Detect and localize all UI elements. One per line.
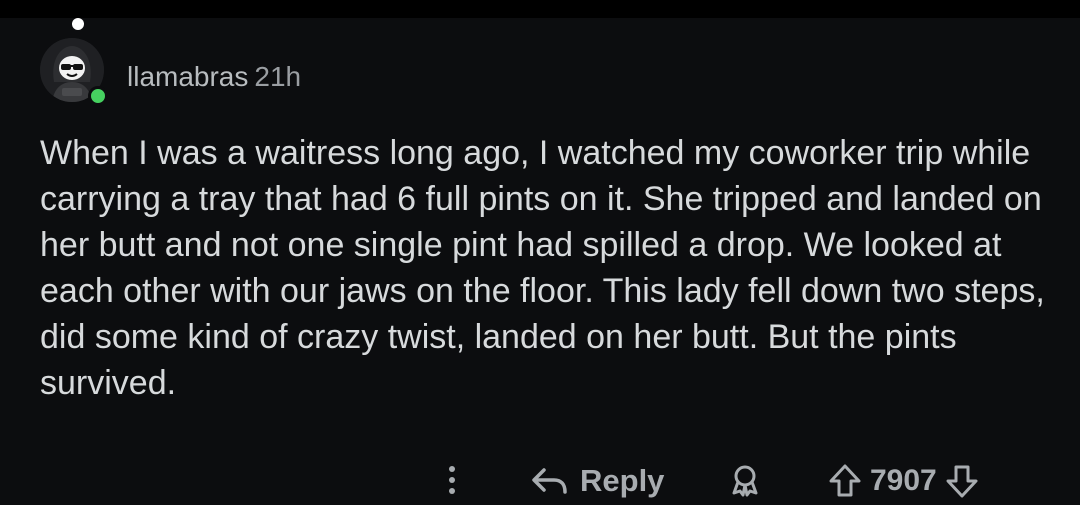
vote-score: 7907 [870, 464, 937, 497]
online-status-indicator [88, 86, 108, 106]
comment-body: When I was a waitress long ago, I watche… [40, 134, 1045, 402]
arrow-down-icon[interactable] [945, 463, 979, 499]
comment-header: llamabras 21h [127, 61, 301, 93]
reply-label: Reply [580, 463, 665, 498]
comment-actions: Reply 7907 [0, 455, 1080, 505]
reply-button[interactable]: Reply [530, 461, 664, 501]
comment: llamabras 21h When I was a waitress long … [0, 18, 1080, 498]
comment-age: 21h [254, 61, 302, 92]
vote-controls: 7907 [828, 461, 979, 501]
thread-indicator-dot [72, 18, 84, 30]
more-vertical-icon[interactable] [440, 463, 464, 497]
arrow-up-icon[interactable] [828, 463, 862, 499]
author-name[interactable]: llamabras [127, 61, 248, 92]
top-bar [0, 0, 1080, 18]
reply-arrow-icon [530, 465, 570, 497]
author-avatar[interactable] [40, 38, 110, 108]
award-icon[interactable] [728, 463, 762, 497]
